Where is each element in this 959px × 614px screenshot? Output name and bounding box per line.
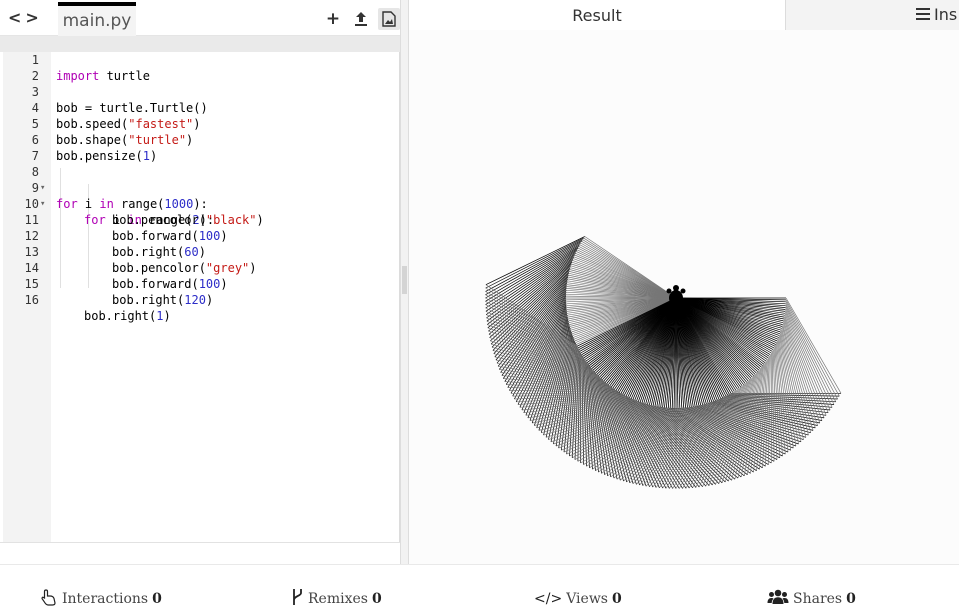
turtle-icon xyxy=(666,285,686,308)
remixes-count: 0 xyxy=(371,591,382,607)
turtle-line xyxy=(785,307,833,408)
splitter-handle[interactable] xyxy=(402,266,407,294)
tab-result[interactable]: Result xyxy=(409,0,786,30)
views-stat[interactable]: </> Views 0 xyxy=(534,589,622,609)
plus-icon[interactable]: + xyxy=(322,8,344,30)
trinket-editor: < > main.py + 1 import turtle 2 3 bob = … xyxy=(0,0,959,614)
number-literal: 120 xyxy=(184,293,206,307)
upload-icon[interactable] xyxy=(350,8,372,30)
remixes-stat[interactable]: Remixes 0 xyxy=(292,589,382,609)
code-token: bob.right( xyxy=(84,309,157,323)
code-editor[interactable]: 1 import turtle 2 3 bob = turtle.Turtle(… xyxy=(0,36,400,542)
editor-horizontal-scrollbar[interactable] xyxy=(0,542,400,564)
footer-stats: Interactions 0 Remixes 0 </> Views 0 Sha… xyxy=(0,564,959,614)
file-tab-main[interactable]: main.py xyxy=(58,2,136,36)
editor-header: < > main.py + xyxy=(0,0,400,36)
code-token: bob.right( xyxy=(112,293,185,307)
line-number: 16 xyxy=(24,293,39,307)
users-icon xyxy=(767,589,789,609)
pane-splitter[interactable] xyxy=(400,0,409,564)
code-line-13[interactable]: 13 bob.pencolor("grey") xyxy=(0,228,400,275)
code-icon: </> xyxy=(534,591,563,607)
code-line-16[interactable]: 16 bob.right(1) xyxy=(0,276,400,323)
shares-label: Shares xyxy=(793,591,843,607)
chevron-left-icon[interactable]: < xyxy=(8,8,21,28)
turtle-canvas[interactable] xyxy=(409,30,959,564)
interactions-stat[interactable]: Interactions 0 xyxy=(40,589,162,609)
shares-count: 0 xyxy=(846,591,856,607)
views-label: Views xyxy=(566,591,608,607)
code-line-6[interactable]: 6 bob.pensize(1) xyxy=(0,116,400,163)
code-line-1[interactable]: 1 import turtle xyxy=(0,36,400,83)
turtle-lines xyxy=(485,236,842,489)
list-icon xyxy=(916,8,930,20)
code-line-11[interactable]: 11 bob.forward(100) xyxy=(0,196,400,243)
code-line-7[interactable]: 7 xyxy=(0,132,400,163)
code-line-12[interactable]: 12 bob.right(60) xyxy=(0,212,400,259)
code-line-4[interactable]: 4 bob.speed("fastest") xyxy=(0,84,400,131)
editor-toolbar: + xyxy=(322,8,400,30)
code-line-9[interactable]: 9 ▾ for i in range(2): xyxy=(0,164,400,227)
code-line-3[interactable]: 3 bob = turtle.Turtle() xyxy=(0,68,400,115)
code-line-8[interactable]: 8 ▾ for i in range(1000): xyxy=(0,148,400,211)
code-line-5[interactable]: 5 bob.shape("turtle") xyxy=(0,100,400,147)
chevron-right-icon[interactable]: > xyxy=(25,8,38,28)
turtle-line xyxy=(485,242,581,299)
turtle-line xyxy=(785,303,837,402)
image-icon[interactable] xyxy=(378,8,400,30)
interactions-count: 0 xyxy=(152,591,162,607)
turtle-drawing xyxy=(485,236,842,489)
code-text: bob.right(1) xyxy=(84,308,171,324)
views-count: 0 xyxy=(611,591,622,607)
remixes-label: Remixes xyxy=(308,591,368,607)
shares-stat[interactable]: Shares 0 xyxy=(767,589,856,609)
interactions-label: Interactions xyxy=(62,591,149,607)
code-nav: < > xyxy=(8,8,40,28)
pointer-icon xyxy=(40,588,58,610)
tab-instructions[interactable]: Ins xyxy=(786,0,959,30)
code-line-2[interactable]: 2 xyxy=(0,52,400,83)
tab-instructions-label: Ins xyxy=(934,5,958,24)
code-line-10[interactable]: 10 bob.pencolor("black") xyxy=(0,180,400,227)
code-token: ) xyxy=(163,309,171,323)
code-line-15[interactable]: 15 bob.right(120) xyxy=(0,260,400,307)
output-tabs: Result Ins xyxy=(409,0,959,30)
code-text: bob.right(120) xyxy=(112,292,213,308)
code-token: ) xyxy=(205,293,214,307)
branch-icon xyxy=(292,588,304,610)
code-line-14[interactable]: 14 bob.forward(100) xyxy=(0,244,400,291)
